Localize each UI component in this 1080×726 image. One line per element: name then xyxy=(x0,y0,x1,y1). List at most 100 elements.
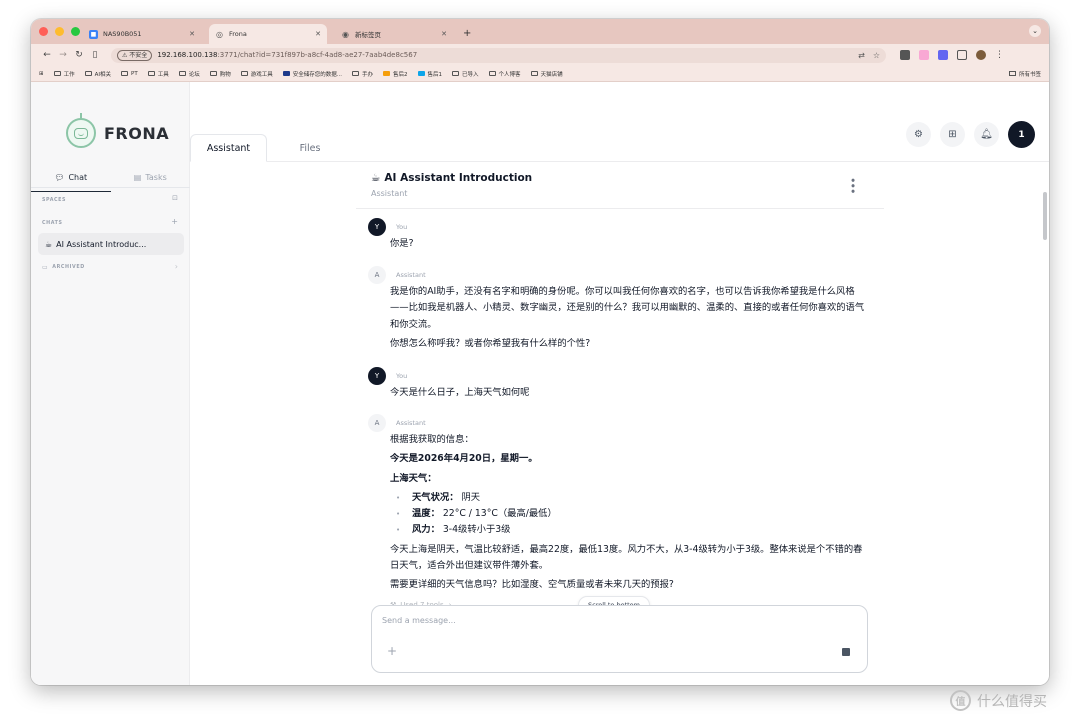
bookmark-folder[interactable]: 游戏工具 xyxy=(240,70,273,78)
sidebar-tab-tasks[interactable]: ▤ Tasks xyxy=(111,166,191,188)
message-text: 今天是什么日子，上海天气如何呢 xyxy=(390,387,530,398)
back-arrow-icon[interactable]: ← xyxy=(39,50,55,60)
close-tab-icon[interactable]: ✕ xyxy=(315,30,321,38)
add-space-folder-icon[interactable]: ⊡ xyxy=(172,194,178,202)
bookmark-folder[interactable]: 手办 xyxy=(352,70,373,78)
message-role: Assistant xyxy=(396,271,426,279)
close-tab-icon[interactable]: ✕ xyxy=(441,30,447,38)
bookmark-link[interactable]: 售后1 xyxy=(417,70,442,78)
bookmark-folder[interactable]: PT xyxy=(121,71,138,77)
watermark: 值 什么值得买 xyxy=(950,690,1047,711)
minimize-window-button[interactable] xyxy=(55,27,64,36)
globe-favicon-icon: ◎ xyxy=(216,29,223,39)
chevron-right-icon[interactable]: › xyxy=(175,262,178,271)
app-logo[interactable]: FRONA xyxy=(66,113,169,148)
message-user: Y You 你是? xyxy=(368,218,868,255)
user-message-avatar: Y xyxy=(368,218,386,236)
clipboard-icon: ▤ xyxy=(133,172,142,182)
window-controls xyxy=(39,27,80,36)
bookmark-folder[interactable]: 天猫店铺 xyxy=(530,70,563,78)
message-role: You xyxy=(396,223,408,231)
message-text: 我是你的AI助手，还没有名字和明确的身份呢。你可以叫我任何你喜欢的名字，也可以告… xyxy=(390,286,865,330)
new-chat-plus-icon[interactable]: + xyxy=(171,217,178,226)
list-item: 温度： 22°C / 13°C（最高/最低） xyxy=(390,506,866,523)
archived-section[interactable]: ▭ ARCHIVED xyxy=(42,264,85,271)
weather-heading: 上海天气： xyxy=(390,472,437,484)
robot-settings-icon[interactable]: ⚙︎ xyxy=(906,122,931,147)
bookmark-link[interactable]: 售后2 xyxy=(383,70,408,78)
close-window-button[interactable] xyxy=(39,27,48,36)
not-secure-badge[interactable]: ⚠ 不安全 xyxy=(117,49,153,61)
forward-arrow-icon[interactable]: → xyxy=(55,50,71,60)
apps-grid-icon[interactable]: ⊞ xyxy=(940,122,965,147)
bookmark-folder[interactable]: 个人博客 xyxy=(488,70,521,78)
bookmark-folder[interactable]: 工作 xyxy=(53,70,75,78)
user-avatar[interactable]: 1 xyxy=(1008,121,1035,148)
watermark-logo-icon: 值 xyxy=(950,690,971,711)
message-text: 需要更详细的天气信息吗？比如湿度、空气质量或者未来几天的预报? xyxy=(390,579,674,591)
weather-list: 天气状况： 阴天 温度： 22°C / 13°C（最高/最低） 风力： 3-4级… xyxy=(390,490,866,539)
sidebar-tab-label: Tasks xyxy=(145,172,167,182)
extensions-puzzle-icon[interactable] xyxy=(957,50,967,60)
message-assistant: A Assistant 我是你的AI助手，还没有名字和明确的身份呢。你可以叫我任… xyxy=(368,266,868,355)
robot-logo-icon xyxy=(66,113,96,148)
tab-search-icon[interactable]: ⌄ xyxy=(1029,25,1041,37)
browser-toolbar: ← → ↻ ▯ ⚠ 不安全 192.168.100.138 :3771/chat… xyxy=(31,44,1049,66)
bookmark-link[interactable]: 安全储存您的数据... xyxy=(282,70,342,78)
conversation-subtitle: Assistant xyxy=(371,189,408,198)
cup-icon: ☕︎ xyxy=(45,239,53,249)
not-secure-label: 不安全 xyxy=(129,51,148,59)
translate-icon[interactable]: ⇄ xyxy=(858,51,865,60)
bookmark-folder[interactable]: 论坛 xyxy=(178,70,200,78)
reload-icon[interactable]: ↻ xyxy=(71,50,87,60)
new-tab-button[interactable]: + xyxy=(463,24,471,44)
browser-menu-icon[interactable]: ⋮ xyxy=(995,50,1004,60)
all-bookmarks-folder[interactable]: 所有书签 xyxy=(1008,70,1041,78)
sidebar-chat-item[interactable]: ☕︎ AI Assistant Introduc... xyxy=(38,233,184,255)
tab-title: Frona xyxy=(229,30,247,38)
tab-files[interactable]: Files xyxy=(285,134,335,162)
sidebar-tab-chat[interactable]: 💬︎ Chat xyxy=(31,166,111,192)
bookmark-star-icon[interactable]: ☆ xyxy=(873,51,880,60)
browser-tab-frona[interactable]: ◎ Frona ✕ xyxy=(209,24,327,44)
extension-icon[interactable] xyxy=(919,50,929,60)
tab-assistant[interactable]: Assistant xyxy=(190,134,267,162)
main-header: Assistant Files ⚙︎ ⊞ 🔔︎ 1 xyxy=(190,82,1049,162)
apps-grid-icon[interactable]: ⊞ xyxy=(39,71,44,77)
chats-section-label: CHATS xyxy=(42,221,63,226)
address-bar[interactable]: ⚠ 不安全 192.168.100.138 :3771/chat?id=731f… xyxy=(111,47,886,63)
message-input[interactable] xyxy=(382,616,852,625)
url-host: 192.168.100.138 xyxy=(157,51,218,59)
tab-title: 新标签页 xyxy=(355,31,381,39)
profile-avatar-icon[interactable] xyxy=(976,50,986,60)
bell-icon[interactable]: 🔔︎ xyxy=(974,122,999,147)
conversation-title: ☕︎ AI Assistant Introduction xyxy=(371,172,533,184)
sidebar-toggle-icon[interactable]: ▯ xyxy=(87,50,103,60)
url-path: :3771/chat?id=731f897b-a8cf-4ad8-ae27-7a… xyxy=(217,51,418,59)
watermark-text: 什么值得买 xyxy=(977,693,1047,710)
extension-icon[interactable] xyxy=(900,50,910,60)
divider xyxy=(31,187,190,188)
browser-window: ■ NAS90B051 ✕ ◎ Frona ✕ ◉ 新标签页 ✕ + ⌄ ← →… xyxy=(31,19,1049,685)
attach-plus-icon[interactable]: + xyxy=(387,644,397,658)
message-text: 你是? xyxy=(390,238,414,249)
tab-title: NAS90B051 xyxy=(103,30,142,38)
browser-tab-newtab[interactable]: ◉ 新标签页 ✕ xyxy=(335,24,453,44)
bookmark-folder[interactable]: AI相关 xyxy=(84,70,111,78)
bookmark-folder[interactable]: 已导入 xyxy=(452,70,479,78)
browser-tab-nas[interactable]: ■ NAS90B051 ✕ xyxy=(83,24,201,44)
stop-square-icon[interactable] xyxy=(842,648,850,656)
close-tab-icon[interactable]: ✕ xyxy=(189,30,195,38)
more-options-icon[interactable]: ••• xyxy=(846,177,859,193)
scrollbar-thumb[interactable] xyxy=(1043,192,1047,240)
conversation-header: ☕︎ AI Assistant Introduction Assistant •… xyxy=(356,162,884,209)
archive-box-icon: ▭ xyxy=(42,264,49,271)
cup-icon: ☕︎ xyxy=(371,172,381,184)
bookmark-folder[interactable]: 购物 xyxy=(209,70,231,78)
browser-tab-bar: ■ NAS90B051 ✕ ◎ Frona ✕ ◉ 新标签页 ✕ + ⌄ xyxy=(31,19,1049,44)
extension-icon[interactable] xyxy=(938,50,948,60)
zoom-window-button[interactable] xyxy=(71,27,80,36)
bookmark-folder[interactable]: 工具 xyxy=(147,70,169,78)
chrome-favicon-icon: ◉ xyxy=(342,29,349,39)
list-item: 风力： 3-4级转小于3级 xyxy=(390,522,866,539)
